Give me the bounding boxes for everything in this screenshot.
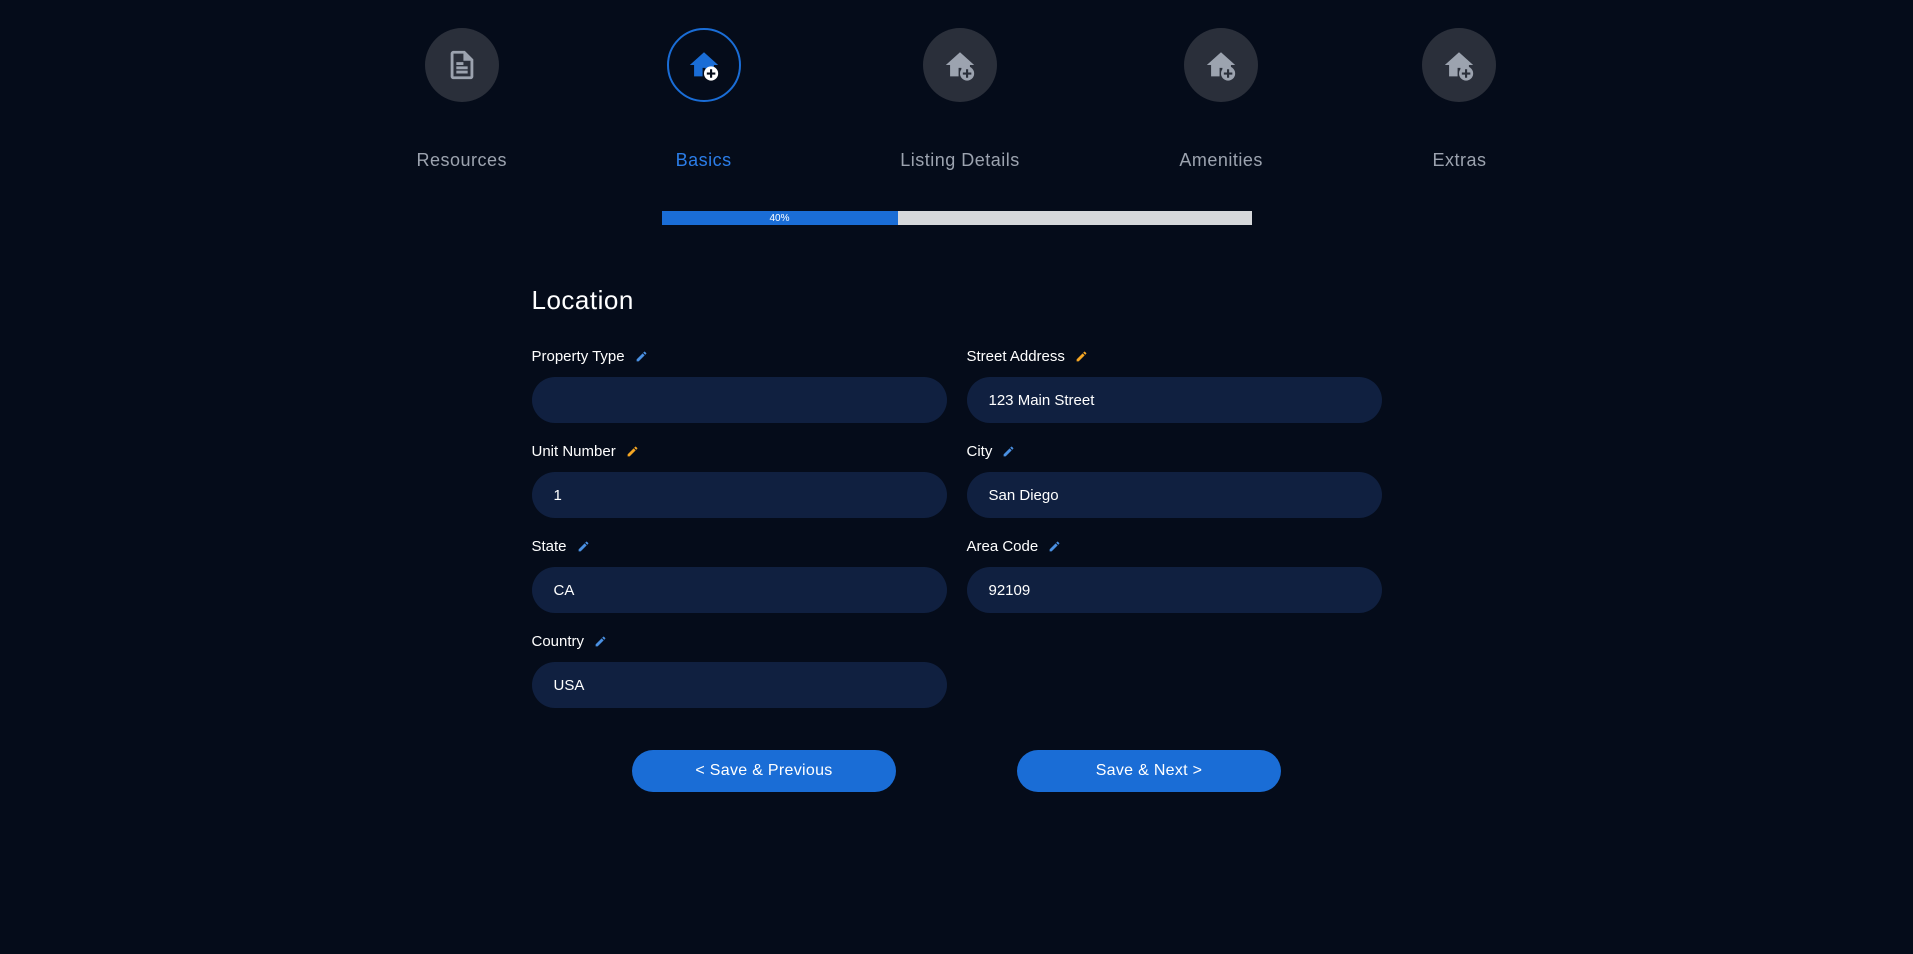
step-listing-details-circle xyxy=(923,28,997,102)
steps-navigation: Resources Basics Listing Det xyxy=(357,28,1557,171)
progress-text: 40% xyxy=(769,213,789,224)
wizard-container: Resources Basics Listing Det xyxy=(357,28,1557,792)
button-row: < Save & Previous Save & Next > xyxy=(532,750,1382,792)
step-resources-label: Resources xyxy=(417,150,508,171)
form-row-2: Unit Number City xyxy=(532,443,1382,518)
property-type-label: Property Type xyxy=(532,348,947,365)
step-listing-details[interactable]: Listing Details xyxy=(900,28,1020,171)
step-listing-details-label: Listing Details xyxy=(900,150,1020,171)
city-input[interactable] xyxy=(967,472,1382,518)
step-extras-label: Extras xyxy=(1432,150,1486,171)
location-form: Location Property Type Street Address xyxy=(532,285,1382,792)
area-code-group: Area Code xyxy=(967,538,1382,613)
home-plus-icon xyxy=(1204,48,1238,82)
property-type-group: Property Type xyxy=(532,348,947,423)
step-basics-label: Basics xyxy=(676,150,732,171)
pencil-icon[interactable] xyxy=(1002,445,1015,458)
home-plus-icon xyxy=(943,48,977,82)
unit-number-input[interactable] xyxy=(532,472,947,518)
area-code-label: Area Code xyxy=(967,538,1382,555)
area-code-input[interactable] xyxy=(967,567,1382,613)
section-title: Location xyxy=(532,285,1382,316)
step-amenities-label: Amenities xyxy=(1179,150,1263,171)
progress-bar: 40% xyxy=(662,211,1252,225)
state-label: State xyxy=(532,538,947,555)
street-address-input[interactable] xyxy=(967,377,1382,423)
step-basics[interactable]: Basics xyxy=(667,28,741,171)
step-resources-circle xyxy=(425,28,499,102)
step-amenities-circle xyxy=(1184,28,1258,102)
property-type-input[interactable] xyxy=(532,377,947,423)
save-next-button[interactable]: Save & Next > xyxy=(1017,750,1281,792)
step-resources[interactable]: Resources xyxy=(417,28,508,171)
home-plus-icon xyxy=(1442,48,1476,82)
save-previous-button[interactable]: < Save & Previous xyxy=(632,750,896,792)
city-group: City xyxy=(967,443,1382,518)
unit-number-label: Unit Number xyxy=(532,443,947,460)
pencil-icon[interactable] xyxy=(577,540,590,553)
pencil-icon[interactable] xyxy=(1048,540,1061,553)
form-row-3: State Area Code xyxy=(532,538,1382,613)
state-group: State xyxy=(532,538,947,613)
pencil-icon[interactable] xyxy=(1075,350,1088,363)
street-address-group: Street Address xyxy=(967,348,1382,423)
step-amenities[interactable]: Amenities xyxy=(1179,28,1263,171)
progress-container: 40% xyxy=(662,211,1252,225)
progress-fill: 40% xyxy=(662,211,898,225)
state-input[interactable] xyxy=(532,567,947,613)
form-row-4: Country xyxy=(532,633,1382,708)
form-row-1: Property Type Street Address xyxy=(532,348,1382,423)
pencil-icon[interactable] xyxy=(635,350,648,363)
home-plus-icon xyxy=(687,48,721,82)
document-icon xyxy=(445,48,479,82)
city-label: City xyxy=(967,443,1382,460)
pencil-icon[interactable] xyxy=(594,635,607,648)
step-extras[interactable]: Extras xyxy=(1422,28,1496,171)
country-label: Country xyxy=(532,633,947,650)
country-group: Country xyxy=(532,633,947,708)
country-input[interactable] xyxy=(532,662,947,708)
unit-number-group: Unit Number xyxy=(532,443,947,518)
pencil-icon[interactable] xyxy=(626,445,639,458)
step-extras-circle xyxy=(1422,28,1496,102)
street-address-label: Street Address xyxy=(967,348,1382,365)
step-basics-circle xyxy=(667,28,741,102)
